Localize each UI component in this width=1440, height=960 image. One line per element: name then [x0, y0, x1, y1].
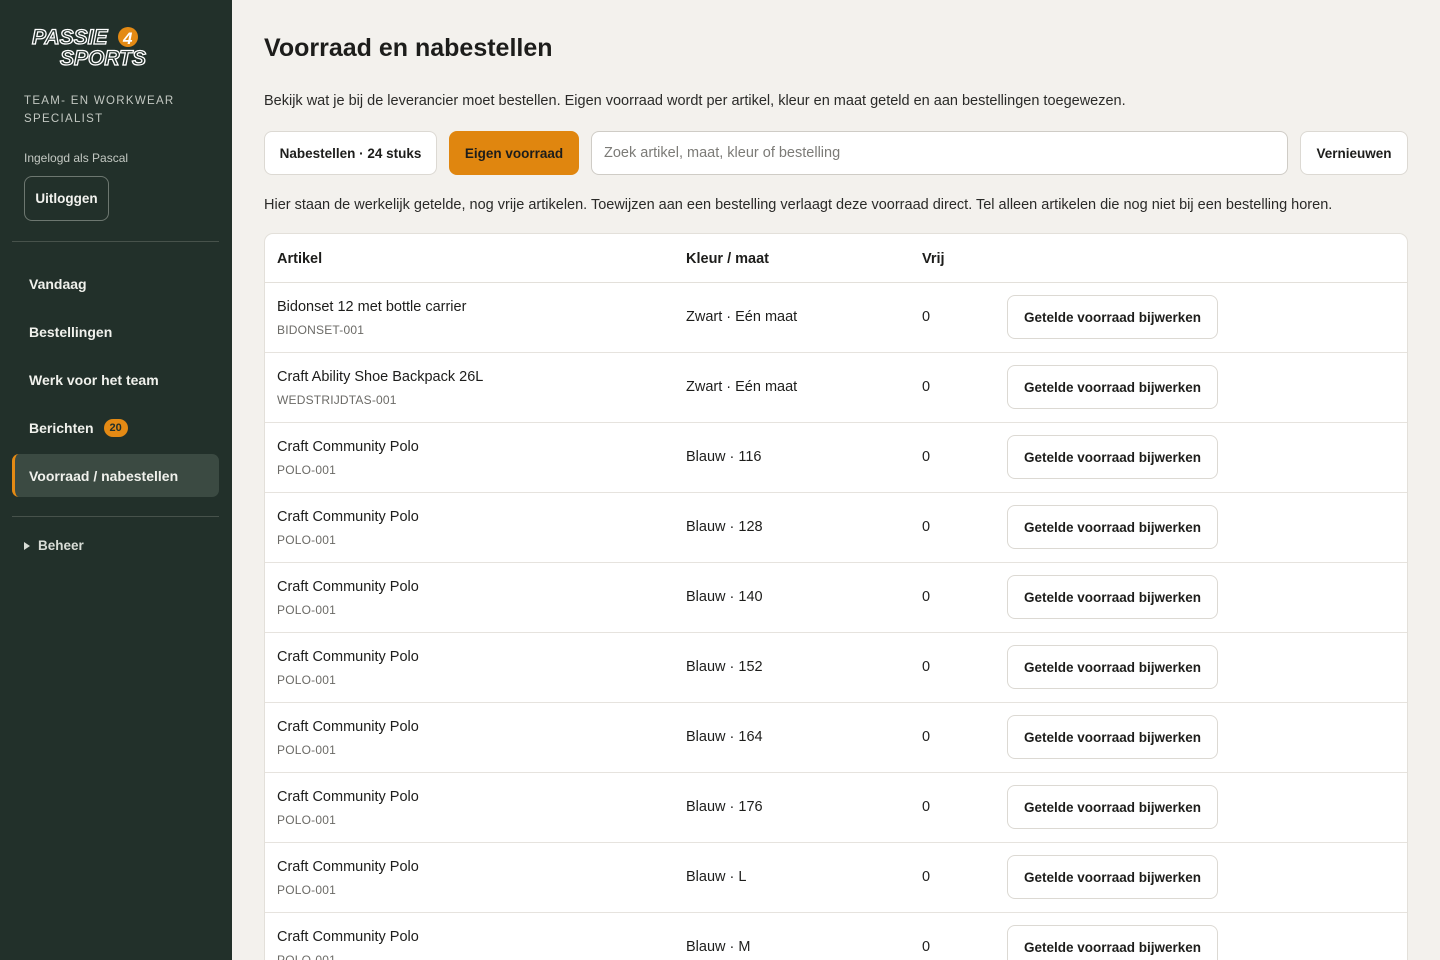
article-sku: POLO-001 [277, 953, 336, 960]
free-stock-count: 0 [922, 379, 931, 395]
intro-text: Bekijk wat je bij de leverancier moet be… [264, 93, 1126, 109]
article-variant: Zwart · Eén maat [686, 379, 798, 395]
brand-logo-four: 4 [122, 29, 133, 48]
sidebar-divider [12, 516, 219, 517]
update-counted-stock-button[interactable]: Getelde voorraad bijwerken [1007, 365, 1218, 409]
article-sku: POLO-001 [277, 533, 336, 547]
table-header: Artikel Kleur / maat Vrij [265, 234, 1407, 283]
article-variant: Blauw · 164 [686, 729, 763, 745]
free-stock-count: 0 [922, 729, 931, 745]
sidebar-divider [12, 241, 219, 242]
nav-item-werk-voor-het-team[interactable]: Werk voor het team [12, 358, 219, 401]
table-row: Craft Community Polo POLO-001 Blauw · M 0 Ge… [265, 913, 1407, 960]
table-row: Craft Community Polo POLO-001 Blauw · 116 0… [265, 423, 1407, 493]
table-row: Craft Community Polo POLO-001 Blauw · 176 0… [265, 773, 1407, 843]
free-stock-count: 0 [922, 309, 931, 325]
column-header-article: Artikel [277, 251, 323, 267]
nav-item-vandaag[interactable]: Vandaag [12, 262, 219, 305]
free-stock-count: 0 [922, 519, 931, 535]
article-name: Craft Community Polo [277, 719, 419, 735]
nav-item-label: Voorraad / nabestellen [29, 467, 179, 484]
nav-item-label: Vandaag [29, 275, 87, 292]
table-row: Craft Community Polo POLO-001 Blauw · 164 0… [265, 703, 1407, 773]
free-stock-count: 0 [922, 799, 931, 815]
reorder-tab-button[interactable]: Nabestellen · 24 stuks [264, 131, 437, 175]
article-name: Craft Community Polo [277, 859, 419, 875]
beheer-label: Beheer [38, 538, 84, 553]
article-sku: POLO-001 [277, 883, 336, 897]
article-sku: POLO-001 [277, 603, 336, 617]
update-counted-stock-button[interactable]: Getelde voorraad bijwerken [1007, 785, 1218, 829]
free-stock-count: 0 [922, 659, 931, 675]
nav-item-label: Bestellingen [29, 323, 113, 340]
article-variant: Blauw · 116 [686, 449, 762, 465]
brand-tagline: TEAM- EN WORKWEAR SPECIALIST [24, 95, 175, 125]
sidebar: PASSIE 4 SPORTS TEAM- EN WORKWEAR SPECIA… [0, 0, 232, 960]
page-title: Voorraad en nabestellen [264, 34, 553, 62]
logged-in-text: Ingelogd als Pascal [24, 151, 129, 165]
refresh-button[interactable]: Vernieuwen [1300, 131, 1408, 175]
brand-logo[interactable]: PASSIE 4 SPORTS [30, 22, 170, 70]
logout-button[interactable]: Uitloggen [24, 176, 109, 221]
article-variant: Blauw · 152 [686, 659, 763, 675]
nav-item-label: Werk voor het team [29, 371, 159, 388]
article-name: Bidonset 12 met bottle carrier [277, 299, 467, 315]
beheer-toggle[interactable]: Beheer [24, 538, 84, 553]
article-variant: Blauw · L [686, 869, 747, 885]
article-sku: WEDSTRIJDTAS-001 [277, 393, 397, 407]
article-variant: Blauw · 128 [686, 519, 763, 535]
free-stock-count: 0 [922, 869, 931, 885]
update-counted-stock-button[interactable]: Getelde voorraad bijwerken [1007, 645, 1218, 689]
update-counted-stock-button[interactable]: Getelde voorraad bijwerken [1007, 505, 1218, 549]
article-name: Craft Community Polo [277, 509, 419, 525]
table-row: Craft Community Polo POLO-001 Blauw · 152 0… [265, 633, 1407, 703]
table-row: Craft Ability Shoe Backpack 26L WEDSTRIJD… [265, 353, 1407, 423]
article-name: Craft Community Polo [277, 929, 419, 945]
update-counted-stock-button[interactable]: Getelde voorraad bijwerken [1007, 925, 1218, 960]
update-counted-stock-button[interactable]: Getelde voorraad bijwerken [1007, 575, 1218, 619]
table-row: Craft Community Polo POLO-001 Blauw · 128 0… [265, 493, 1407, 563]
nav-item-berichten[interactable]: Berichten 20 [12, 406, 219, 449]
table-row: Craft Community Polo POLO-001 Blauw · 140 0… [265, 563, 1407, 633]
table-row: Bidonset 12 met bottle carrier BIDONSET-0… [265, 283, 1407, 353]
nav-item-bestellingen[interactable]: Bestellingen [12, 310, 219, 353]
brand-logo-line2: SPORTS [60, 47, 146, 70]
free-stock-count: 0 [922, 589, 931, 605]
column-header-variant: Kleur / maat [686, 251, 769, 267]
brand-logo-line1: PASSIE [32, 26, 108, 49]
article-variant: Zwart · Eén maat [686, 309, 798, 325]
article-variant: Blauw · 176 [686, 799, 763, 815]
update-counted-stock-button[interactable]: Getelde voorraad bijwerken [1007, 435, 1218, 479]
article-name: Craft Community Polo [277, 649, 419, 665]
search-input[interactable] [591, 131, 1288, 175]
update-counted-stock-button[interactable]: Getelde voorraad bijwerken [1007, 295, 1218, 339]
own-stock-tab-button[interactable]: Eigen voorraad [449, 131, 579, 175]
unread-count-badge: 20 [103, 418, 128, 437]
table-row: Craft Community Polo POLO-001 Blauw · L 0 Ge… [265, 843, 1407, 913]
update-counted-stock-button[interactable]: Getelde voorraad bijwerken [1007, 855, 1218, 899]
nav-item-label: Berichten [29, 419, 94, 436]
article-sku: POLO-001 [277, 813, 336, 827]
article-sku: POLO-001 [277, 743, 336, 757]
article-name: Craft Ability Shoe Backpack 26L [277, 369, 484, 385]
article-sku: POLO-001 [277, 673, 336, 687]
article-variant: Blauw · M [686, 939, 751, 955]
article-name: Craft Community Polo [277, 439, 419, 455]
free-stock-count: 0 [922, 939, 931, 955]
article-name: Craft Community Polo [277, 789, 419, 805]
article-variant: Blauw · 140 [686, 589, 763, 605]
stock-hint-text: Hier staan de werkelijk getelde, nog vri… [264, 197, 1333, 213]
article-sku: BIDONSET-001 [277, 323, 365, 337]
update-counted-stock-button[interactable]: Getelde voorraad bijwerken [1007, 715, 1218, 759]
triangle-right-icon [24, 541, 30, 550]
article-sku: POLO-001 [277, 463, 336, 477]
nav-item-voorraad-nabestellen[interactable]: Voorraad / nabestellen [12, 454, 219, 497]
article-name: Craft Community Polo [277, 579, 419, 595]
free-stock-count: 0 [922, 449, 931, 465]
column-header-free: Vrij [922, 251, 945, 267]
stock-table: Artikel Kleur / maat Vrij Bidonset 12 me… [264, 233, 1408, 960]
